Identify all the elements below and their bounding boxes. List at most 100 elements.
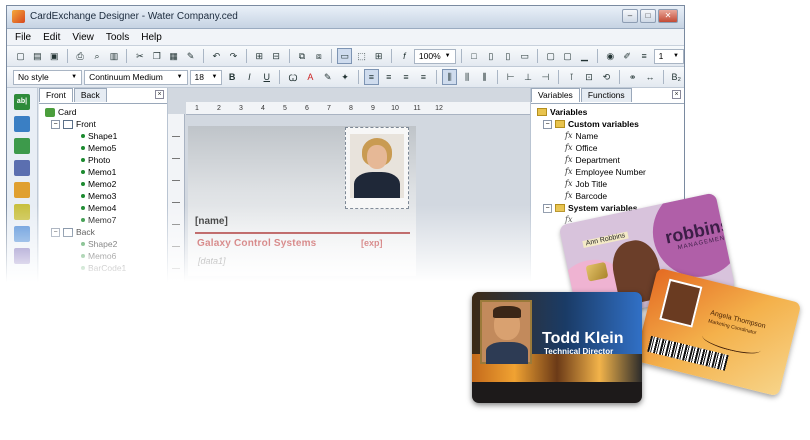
align-left-icon[interactable]: ≡ <box>363 69 380 85</box>
style-select[interactable]: No style ▼ <box>13 69 83 85</box>
exp-field[interactable]: [exp] <box>361 238 383 248</box>
undo-icon[interactable]: ↶ <box>209 48 224 64</box>
align-objects-left-icon[interactable]: ⊢ <box>503 69 518 85</box>
border-right-icon[interactable]: ▯ <box>500 48 515 64</box>
grid-icon[interactable]: ⊞ <box>371 48 386 64</box>
line-width-select[interactable]: 1 ▼ <box>653 48 684 64</box>
text-effect-icon[interactable]: Ꞷ <box>285 69 300 85</box>
align-right-icon[interactable]: ≡ <box>398 69 413 85</box>
spacing-icon[interactable]: ↔ <box>642 69 657 85</box>
select-tool-icon[interactable]: ⬚ <box>354 48 369 64</box>
font-select[interactable]: Continuum Medium ▼ <box>84 69 188 85</box>
paste-icon[interactable]: ▦ <box>166 48 181 64</box>
border-left-icon[interactable]: ▯ <box>483 48 498 64</box>
tree-item[interactable]: Memo4 <box>81 202 116 214</box>
underline-icon[interactable]: U <box>259 69 274 85</box>
data1-field[interactable]: [data1] <box>198 256 226 266</box>
print-icon[interactable]: ⎙ <box>73 48 88 64</box>
group-icon[interactable]: ⊞ <box>252 48 267 64</box>
magstripe-tool-icon[interactable] <box>14 160 30 176</box>
tree-item[interactable]: Memo7 <box>81 214 116 226</box>
border-none-icon[interactable]: □ <box>467 48 482 64</box>
subscript-icon[interactable]: B₂ <box>669 69 684 85</box>
copy-icon[interactable]: ❐ <box>149 48 164 64</box>
menu-view[interactable]: View <box>72 32 94 43</box>
highlight-icon[interactable]: ✎ <box>320 69 335 85</box>
tab-variables[interactable]: Variables <box>531 88 580 102</box>
align-objects-right-icon[interactable]: ⊣ <box>538 69 553 85</box>
align-objects-center-icon[interactable]: ⊥ <box>520 69 535 85</box>
tree-item[interactable]: Memo2 <box>81 178 116 190</box>
line-color-icon[interactable]: ✐ <box>620 48 635 64</box>
page-view-icon[interactable]: ▭ <box>337 48 353 64</box>
cut-icon[interactable]: ✂ <box>132 48 147 64</box>
tree-node-custom[interactable]: − Custom variables <box>543 118 639 130</box>
barcode-tool-icon[interactable] <box>14 138 30 154</box>
tab-functions[interactable]: Functions <box>580 88 632 102</box>
collapse-icon[interactable]: − <box>543 119 552 129</box>
variable-item[interactable]: fx Department <box>565 154 620 166</box>
tree-item[interactable]: Photo <box>81 154 110 166</box>
text-style-icon[interactable]: ✦ <box>337 69 352 85</box>
collapse-icon[interactable]: − <box>51 227 60 237</box>
border-bottom-icon[interactable]: ▁ <box>577 48 592 64</box>
fill-color-icon[interactable]: ◉ <box>603 48 618 64</box>
tab-front[interactable]: Front <box>39 88 73 102</box>
maximize-button[interactable]: □ <box>640 9 656 23</box>
send-back-icon[interactable]: ⧈ <box>311 48 326 64</box>
line-style-icon[interactable]: ≡ <box>637 48 652 64</box>
tree-item[interactable]: Shape2 <box>81 238 117 250</box>
tree-item[interactable]: Shape1 <box>81 130 117 142</box>
font-color-icon[interactable]: A <box>303 69 318 85</box>
menu-help[interactable]: Help <box>141 32 162 43</box>
menu-edit[interactable]: Edit <box>43 32 60 43</box>
ungroup-icon[interactable]: ⊟ <box>269 48 284 64</box>
border-outside-icon[interactable]: ▢ <box>560 48 575 64</box>
tree-item[interactable]: BarCode1 <box>81 262 126 274</box>
collapse-icon[interactable]: − <box>51 119 60 129</box>
print-preview-icon[interactable]: ⌕ <box>90 48 105 64</box>
bring-front-icon[interactable]: ⧉ <box>295 48 310 64</box>
properties-icon[interactable]: ▥ <box>107 48 122 64</box>
align-center-icon[interactable]: ≡ <box>381 69 396 85</box>
rotate-icon[interactable]: ⟲ <box>599 69 614 85</box>
variable-item[interactable]: fx Name <box>565 130 598 142</box>
valign-bottom-icon[interactable]: ⫼ <box>477 69 492 85</box>
collapse-icon[interactable]: − <box>543 203 552 213</box>
photo-field[interactable] <box>345 127 409 209</box>
shape-tool-icon[interactable] <box>14 182 30 198</box>
variable-item[interactable]: fx Job Title <box>565 178 607 190</box>
redo-icon[interactable]: ↷ <box>226 48 241 64</box>
tree-item[interactable]: Memo5 <box>81 142 116 154</box>
company-text[interactable]: Galaxy Control Systems <box>197 238 316 249</box>
close-button[interactable]: ✕ <box>658 9 678 23</box>
tree-node-card[interactable]: Card <box>45 106 76 118</box>
close-panel-icon[interactable]: × <box>672 90 681 99</box>
close-panel-icon[interactable]: × <box>155 90 164 99</box>
text-tool-icon[interactable]: ab| <box>14 94 30 110</box>
tree-node-front[interactable]: − Front <box>51 118 96 130</box>
tree-node-variables[interactable]: Variables <box>537 106 587 118</box>
valign-top-icon[interactable]: ⫼ <box>442 69 458 85</box>
card-canvas[interactable]: [name] Galaxy Control Systems [exp] [dat… <box>188 126 416 276</box>
border-top-icon[interactable]: ▭ <box>517 48 532 64</box>
font-size-select[interactable]: 18 ▼ <box>189 69 223 85</box>
tab-back[interactable]: Back <box>73 88 107 102</box>
distribute-icon[interactable]: ⊺ <box>564 69 579 85</box>
open-folder-icon[interactable]: ▤ <box>30 48 45 64</box>
variable-item[interactable]: fx Barcode <box>565 190 607 202</box>
menu-tools[interactable]: Tools <box>106 32 129 43</box>
function-icon[interactable]: f <box>397 48 412 64</box>
valign-middle-icon[interactable]: ⫼ <box>459 69 474 85</box>
tree-item[interactable]: Memo6 <box>81 250 116 262</box>
border-all-icon[interactable]: ▢ <box>543 48 558 64</box>
same-size-icon[interactable]: ⊡ <box>581 69 596 85</box>
image-tool-icon[interactable] <box>14 116 30 132</box>
tree-item[interactable]: Memo3 <box>81 190 116 202</box>
bold-icon[interactable]: B <box>224 69 239 85</box>
variable-item[interactable]: fx Employee Number <box>565 166 646 178</box>
tree-node-back[interactable]: − Back <box>51 226 95 238</box>
minimize-button[interactable]: – <box>622 9 638 23</box>
divider-line[interactable] <box>195 232 410 234</box>
format-painter-icon[interactable]: ✎ <box>183 48 198 64</box>
